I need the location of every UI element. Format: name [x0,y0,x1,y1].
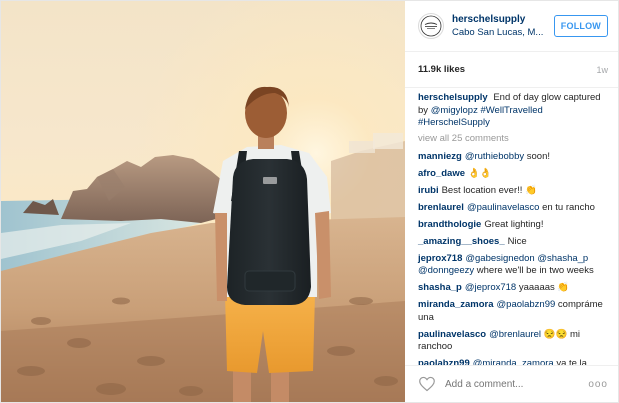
post-meta: 11.9k likes 1w [405,52,618,87]
view-all-comments-link[interactable]: view all 25 comments [418,133,608,145]
post-location[interactable]: Cabo San Lucas, M... [452,26,554,39]
mention-link[interactable]: @jeprox718 [465,282,516,293]
post-sidebar: herschelsupply Cabo San Lucas, M... FOLL… [405,1,618,402]
instagram-post: herschelsupply Cabo San Lucas, M... FOLL… [0,0,619,403]
comment-text: yaaaaas 👏 [516,282,570,293]
post-time[interactable]: 1w [596,65,608,75]
post-header: herschelsupply Cabo San Lucas, M... FOLL… [405,1,618,52]
comment-username[interactable]: irubi [418,185,439,196]
comment-username[interactable]: _amazing__shoes_ [418,236,505,247]
comment-item: afro_dawe 👌👌 [418,168,608,181]
comment-item: brandthologie Great lighting! [418,219,608,232]
caption-username[interactable]: herschelsupply [418,92,488,103]
comment-text: soon! [524,150,550,162]
comment-text: where we'll be in two weeks [474,265,594,276]
comment-item: paulinavelasco @brenlaurel 😒😒 mi ranchoo [418,329,608,354]
post-author: herschelsupply Cabo San Lucas, M... [452,13,554,39]
comments-section[interactable]: herschelsupply End of day glow captured … [405,87,618,365]
comment-item: _amazing__shoes_ Nice [418,236,608,249]
caption: herschelsupply End of day glow captured … [418,92,608,130]
comment-text: Great lighting! [484,218,544,230]
comment-username[interactable]: miranda_zamora [418,299,494,310]
mention-link[interactable]: @paulinavelasco [467,202,540,213]
follow-button[interactable]: FOLLOW [553,15,608,37]
comment-item: irubi Best location ever!! 👏 [418,185,608,198]
comment-username[interactable]: brandthologie [418,219,481,230]
comment-text: 👌👌 [468,167,492,179]
comment-item: shasha_p @jeprox718 yaaaaas 👏 [418,282,608,295]
comment-bar: ooo [405,365,618,402]
beach-sunset-photo [1,1,405,402]
mention-link[interactable]: #WellTravelled [480,105,542,116]
comment-username[interactable]: paulinavelasco [418,329,486,340]
comment-text: en tu rancho [539,201,595,213]
avatar[interactable] [418,13,444,39]
mention-link[interactable]: @shasha_p [537,253,588,264]
comment-item: paolabzn99 @miranda_zamora ya te la [418,358,608,365]
comment-username[interactable]: paolabzn99 [418,358,470,365]
likes-count[interactable]: 11.9k likes [418,64,465,75]
mention-link[interactable]: @brenlaurel [489,329,541,340]
mention-link[interactable]: #HerschelSupply [418,117,490,128]
comments-list: herschelsupply End of day glow captured … [418,88,608,365]
mention-link[interactable]: @miranda_zamora [473,358,554,365]
comment-username[interactable]: shasha_p [418,282,462,293]
comment-item: manniezg @ruthiebobby soon! [418,151,608,164]
more-options-icon[interactable]: ooo [588,379,608,390]
comment-item: miranda_zamora @paolabzn99 compráme una [418,299,608,324]
author-username[interactable]: herschelsupply [452,13,554,26]
comment-username[interactable]: brenlaurel [418,202,464,213]
heart-icon[interactable] [418,376,436,392]
mention-link[interactable]: @gabesignedon [465,253,534,264]
comment-username[interactable]: manniezg [418,151,462,162]
post-photo[interactable] [1,1,405,402]
comment-username[interactable]: afro_dawe [418,168,465,179]
mention-link[interactable]: @paolabzn99 [497,299,556,310]
herschel-logo-icon [420,15,442,37]
comment-text: Nice [507,235,527,247]
mention-link[interactable]: @migylopz [431,105,478,116]
comment-item: brenlaurel @paulinavelasco en tu rancho [418,202,608,215]
comment-item: jeprox718 @gabesignedon @shasha_p @donnge… [418,253,608,278]
comment-text: Best location ever!! 👏 [441,184,537,196]
comment-username[interactable]: jeprox718 [418,253,462,264]
mention-link[interactable]: @ruthiebobby [465,151,524,162]
mention-link[interactable]: @donngeezy [418,265,474,276]
add-comment-input[interactable] [445,378,589,390]
comment-text: ya te la [553,358,587,365]
